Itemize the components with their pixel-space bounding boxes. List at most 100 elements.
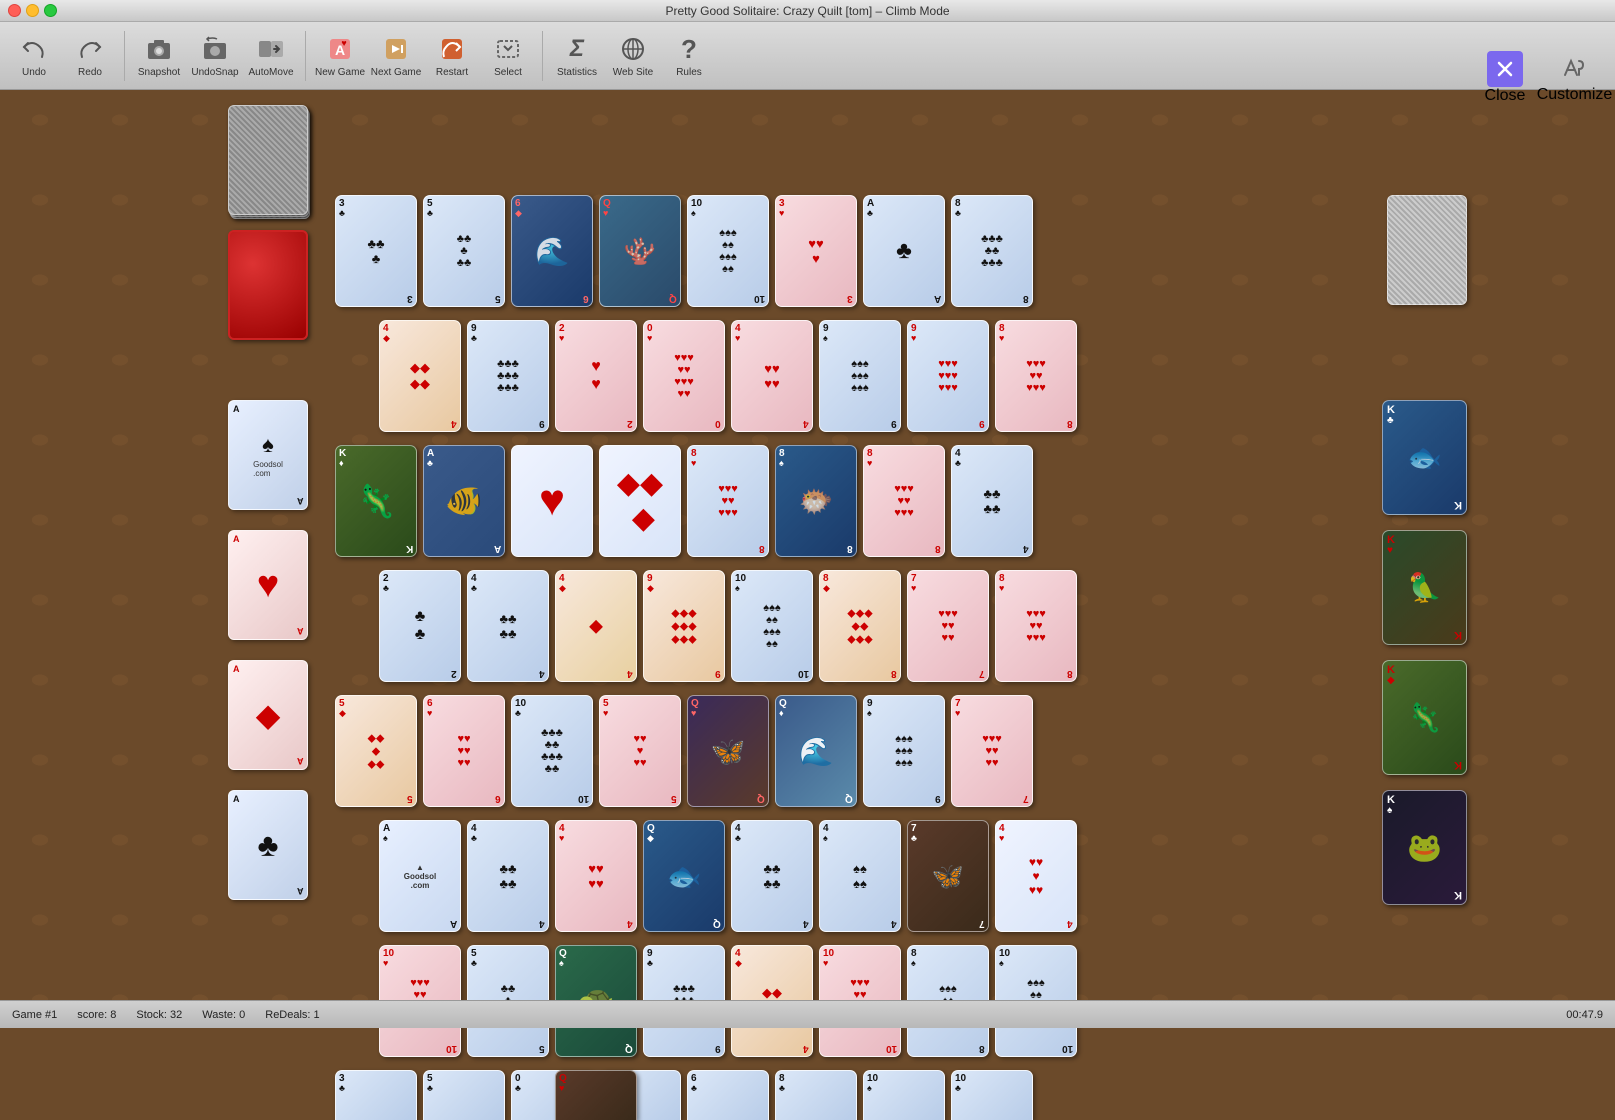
card-6d-photo[interactable]: 6 ◆ 🌊 6 xyxy=(511,195,593,307)
statistics-button[interactable]: Σ Statistics xyxy=(551,27,603,85)
card-bottom-turtle[interactable]: Q ♥ xyxy=(555,1070,637,1120)
card-8h-r3b[interactable]: 8 ♥ ♥♥♥♥♥♥♥♥ 8 xyxy=(863,445,945,557)
newgame-button[interactable]: A ♥ New Game xyxy=(314,27,366,85)
snapshot-button[interactable]: Snapshot xyxy=(133,27,185,85)
card-8h-r2[interactable]: 8 ♥ ♥♥♥♥♥♥♥♥ 8 xyxy=(995,320,1077,432)
titlebar: Pretty Good Solitaire: Crazy Quilt [tom]… xyxy=(0,0,1615,22)
waste-pile[interactable] xyxy=(228,230,308,340)
ace-clubs-pile[interactable]: A ♣ A xyxy=(228,790,308,900)
snapshot-label: Snapshot xyxy=(138,67,180,78)
card-bottom-5[interactable]: 6 ♣ xyxy=(687,1070,769,1120)
waste-display: Waste: 0 xyxy=(202,1009,245,1021)
restart-button[interactable]: Restart xyxy=(426,27,478,85)
foundation-k-diamonds[interactable]: K ◆ 🦎 K xyxy=(1382,660,1467,775)
card-9c-r2[interactable]: 9 ♣ ♣♣♣♣♣♣♣♣♣ 9 xyxy=(467,320,549,432)
card-2c-r4[interactable]: 2 ♣ ♣♣ 2 xyxy=(379,570,461,682)
card-d-r4[interactable]: 4 ◆ ◆ 4 xyxy=(555,570,637,682)
card-q-coral[interactable]: Q ♦ 🌊 Q xyxy=(775,695,857,807)
rules-label: Rules xyxy=(676,67,702,78)
zoom-traffic-light[interactable] xyxy=(44,4,57,17)
undosnap-button[interactable]: UndoSnap xyxy=(189,27,241,85)
card-10s-r4[interactable]: 10 ♠ ♠♠♠♠♠♠♠♠♠♠ 10 xyxy=(731,570,813,682)
nextgame-icon xyxy=(380,33,412,65)
card-10s-1[interactable]: 10 ♠ ♠♠♠♠♠♠♠♠♠♠ 10 xyxy=(687,195,769,307)
customize-icon xyxy=(1561,53,1589,86)
card-a-goodsol[interactable]: A ♠ ▲Goodsol.com A xyxy=(379,820,461,932)
select-button[interactable]: Select xyxy=(482,27,534,85)
card-8c-1[interactable]: 8 ♣ ♣♣♣♣♣♣♣♣ 8 xyxy=(951,195,1033,307)
card-9s-r5[interactable]: 9 ♠ ♠♠♠♠♠♠♠♠♠ 9 xyxy=(863,695,945,807)
card-diamonds-center[interactable]: ◆◆◆ xyxy=(599,445,681,557)
card-3h-1[interactable]: 3 ♥ ♥♥♥ 3 xyxy=(775,195,857,307)
undosnap-icon xyxy=(199,33,231,65)
close-button[interactable]: Close xyxy=(1475,44,1535,112)
game-area: A ♠ Goodsol.com A A ♥ A A ◆ A A ♣ A K ♣ … xyxy=(0,90,1615,998)
stock-pile[interactable] xyxy=(228,105,308,215)
card-bottom-1[interactable]: 3 ♣ xyxy=(335,1070,417,1120)
card-9s-r2[interactable]: 9 ♠ ♠♠♠♠♠♠♠♠♠ 9 xyxy=(819,320,901,432)
traffic-lights xyxy=(8,4,57,17)
rules-button[interactable]: ? Rules xyxy=(663,27,715,85)
card-q-butterfly[interactable]: Q ♥ 🦋 Q xyxy=(687,695,769,807)
card-5c-1[interactable]: 5 ♣ ♣♣♣♣♣ 5 xyxy=(423,195,505,307)
redo-button[interactable]: Redo xyxy=(64,27,116,85)
ace-hearts-pile[interactable]: A ♥ A xyxy=(228,530,308,640)
card-3c-1[interactable]: 3 ♣ ♣♣♣ 3 xyxy=(335,195,417,307)
card-bottom-2[interactable]: 5 ♣ xyxy=(423,1070,505,1120)
automove-button[interactable]: AutoMove xyxy=(245,27,297,85)
card-5h-r5[interactable]: 5 ♥ ♥♥♥♥♥ 5 xyxy=(599,695,681,807)
card-7h-r4[interactable]: 7 ♥ ♥♥♥♥♥♥♥ 7 xyxy=(907,570,989,682)
card-0h-r2[interactable]: 0 ♥ ♥♥♥♥♥♥♥♥♥♥ 0 xyxy=(643,320,725,432)
card-5d-r5[interactable]: 5 ◆ ◆◆◆◆◆ 5 xyxy=(335,695,417,807)
undosnap-label: UndoSnap xyxy=(191,67,238,78)
card-bottom-7[interactable]: 10 ♠ xyxy=(863,1070,945,1120)
card-h-r6[interactable]: 4 ♥ ♥♥♥♥♥ 4 xyxy=(995,820,1077,932)
card-fish-r6[interactable]: Q ◆ 🐟 Q xyxy=(643,820,725,932)
card-4c-r4a[interactable]: 4 ♣ ♣♣♣♣ 4 xyxy=(467,570,549,682)
customize-button[interactable]: Customize xyxy=(1542,44,1607,112)
foundation-k-clubs[interactable]: K ♣ 🐟 K xyxy=(1382,400,1467,515)
card-heart-center[interactable]: ♥ xyxy=(511,445,593,557)
website-button[interactable]: Web Site xyxy=(607,27,659,85)
foundation-k-hearts[interactable]: K ♥ 🦜 K xyxy=(1382,530,1467,645)
card-a7-clubs[interactable]: A ♣ 🐠 A xyxy=(423,445,505,557)
card-4d-r2[interactable]: 4 ◆ ◆◆◆◆ 4 xyxy=(379,320,461,432)
newgame-icon: A ♥ xyxy=(324,33,356,65)
card-4h-r2[interactable]: 4 ♥ ♥♥♥♥ 4 xyxy=(731,320,813,432)
card-4c-r6[interactable]: 4 ♣ ♣♣♣♣ 4 xyxy=(467,820,549,932)
ace-spades-pile[interactable]: A ♠ Goodsol.com A xyxy=(228,400,308,510)
snapshot-icon xyxy=(143,33,175,65)
card-9d-r4[interactable]: 9 ◆ ◆◆◆◆◆◆◆◆◆ 9 xyxy=(643,570,725,682)
undo-label: Undo xyxy=(22,67,46,78)
card-8d-r4[interactable]: 8 ◆ ◆◆◆◆◆◆◆◆ 8 xyxy=(819,570,901,682)
score-display: score: 8 xyxy=(77,1009,116,1021)
card-4c-r6b[interactable]: 4 ♣ ♣♣♣♣ 4 xyxy=(731,820,813,932)
card-fish-photo[interactable]: 8 ♠ 🐡 8 xyxy=(775,445,857,557)
close-traffic-light[interactable] xyxy=(8,4,21,17)
card-2h-r2[interactable]: 2 ♥ ♥♥ 2 xyxy=(555,320,637,432)
card-9h-r2b[interactable]: 9 ♥ ♥♥♥♥♥♥♥♥♥ 9 xyxy=(907,320,989,432)
card-butterfly-r6[interactable]: 7 ♣ 🦋 7 xyxy=(907,820,989,932)
redeals-display: ReDeals: 1 xyxy=(265,1009,319,1021)
card-qh-photo[interactable]: Q ♥ 🪸 Q xyxy=(599,195,681,307)
newgame-label: New Game xyxy=(315,67,365,78)
card-7h-r5[interactable]: 7 ♥ ♥♥♥♥♥♥♥ 7 xyxy=(951,695,1033,807)
card-4s-r6[interactable]: 4 ♠ ♠♠♠♠ 4 xyxy=(819,820,901,932)
ace-diamonds-pile[interactable]: A ◆ A xyxy=(228,660,308,770)
card-8h-r4[interactable]: 8 ♥ ♥♥♥♥♥♥♥♥ 8 xyxy=(995,570,1077,682)
card-6h-r5[interactable]: 6 ♥ ♥♥♥♥♥♥ 6 xyxy=(423,695,505,807)
foundation-k-spades[interactable]: K ♠ 🐸 K xyxy=(1382,790,1467,905)
card-8h-mid[interactable]: 8 ♥ ♥♥♥♥♥♥♥♥ 8 xyxy=(687,445,769,557)
minimize-traffic-light[interactable] xyxy=(26,4,39,17)
card-ac-1[interactable]: A ♣ ♣ A xyxy=(863,195,945,307)
right-pattern-pile xyxy=(1387,195,1467,305)
card-10c-r5[interactable]: 10 ♣ ♣♣♣♣♣♣♣♣♣♣ 10 xyxy=(511,695,593,807)
card-4h-r6[interactable]: 4 ♥ ♥♥♥♥ 4 xyxy=(555,820,637,932)
card-4c-r3[interactable]: 4 ♣ ♣♣♣♣ 4 xyxy=(951,445,1033,557)
card-k-lizard[interactable]: K ♦ 🦎 K xyxy=(335,445,417,557)
card-bottom-8[interactable]: 10 ♣ xyxy=(951,1070,1033,1120)
nextgame-button[interactable]: Next Game xyxy=(370,27,422,85)
undo-button[interactable]: Undo xyxy=(8,27,60,85)
card-bottom-6[interactable]: 8 ♣ xyxy=(775,1070,857,1120)
statistics-label: Statistics xyxy=(557,67,597,78)
